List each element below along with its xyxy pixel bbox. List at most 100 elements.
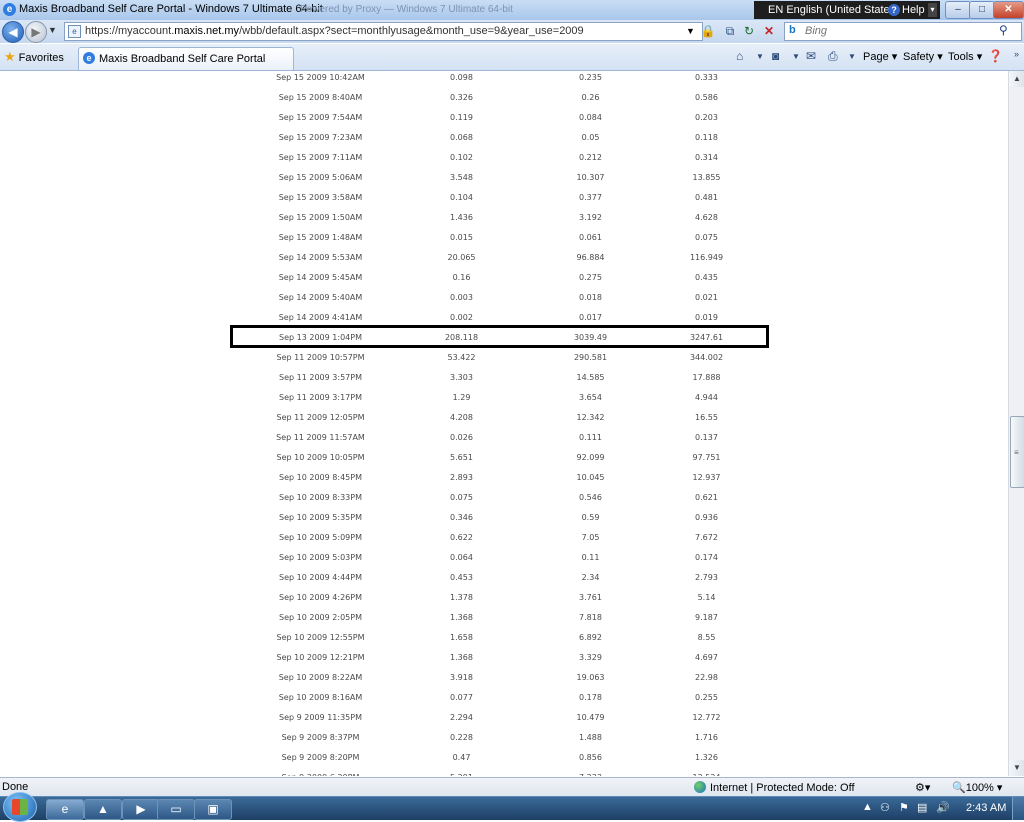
home-icon[interactable]: ⌂ [736, 49, 743, 63]
taskbar-control-panel-icon[interactable]: ▣ [194, 799, 232, 820]
taskbar-photos-icon[interactable]: ▲ [84, 799, 122, 820]
taskbar-explorer-icon[interactable]: ▭ [157, 799, 195, 820]
favorites-button[interactable]: ★ Favorites [4, 49, 64, 65]
row-download: 92.099 [576, 453, 605, 462]
scroll-thumb[interactable]: ≡ [1010, 416, 1024, 488]
search-icon[interactable]: ⚲ [999, 23, 1008, 37]
row-total: 4.628 [695, 213, 718, 222]
scroll-down-icon[interactable]: ▼ [1009, 760, 1024, 776]
tray-network-people-icon[interactable]: ⚇ [880, 801, 890, 814]
table-row: Sep 10 2009 5:03PM 0.064 0.11 0.174 [0, 547, 1008, 567]
lock-icon[interactable]: 🔒 [700, 23, 716, 39]
row-download: 0.235 [579, 73, 602, 82]
row-download: 10.045 [576, 473, 605, 482]
row-upload: 4.208 [450, 413, 473, 422]
star-icon: ★ [4, 49, 16, 64]
table-row: Sep 15 2009 8:40AM 0.326 0.26 0.586 [0, 87, 1008, 107]
forward-button[interactable]: ▶ [25, 21, 47, 43]
row-upload: 2.294 [450, 713, 473, 722]
security-zone[interactable]: Internet | Protected Mode: Off [694, 781, 855, 794]
table-row: Sep 11 2009 3:17PM 1.29 3.654 4.944 [0, 387, 1008, 407]
row-download: 290.581 [573, 353, 608, 362]
row-upload: 0.47 [452, 753, 471, 762]
row-download: 3.192 [579, 213, 602, 222]
row-download: 6.892 [579, 633, 602, 642]
ie-app-icon: e [3, 3, 16, 16]
table-row: Sep 10 2009 2:05PM 1.368 7.818 9.187 [0, 607, 1008, 627]
row-download: 3.654 [579, 393, 602, 402]
row-total: 0.621 [695, 493, 718, 502]
row-date: Sep 14 2009 5:45AM [278, 273, 363, 282]
volume-icon[interactable]: 🔊 [936, 801, 950, 814]
row-total: 0.118 [695, 133, 718, 142]
row-date: Sep 10 2009 8:45PM [279, 473, 362, 482]
minimize-button[interactable]: – [945, 1, 971, 19]
back-button[interactable]: ◀ [2, 21, 24, 43]
row-total: 0.255 [695, 693, 718, 702]
help-menu-icon[interactable]: ❓ [988, 49, 1003, 63]
row-date: Sep 14 2009 5:53AM [278, 253, 363, 262]
language-indicator[interactable]: EN English (United States) [768, 4, 899, 16]
network-icon[interactable]: ▤ [917, 801, 927, 814]
row-upload: 0.16 [452, 273, 471, 282]
row-date: Sep 10 2009 8:16AM [278, 693, 363, 702]
row-upload: 2.893 [450, 473, 473, 482]
row-upload: 1.436 [450, 213, 473, 222]
row-upload: 53.422 [447, 353, 476, 362]
history-dropdown-icon[interactable]: ▼ [48, 25, 57, 35]
row-date: Sep 10 2009 10:05PM [276, 453, 365, 462]
row-date: Sep 9 2009 6:29PM [263, 773, 378, 776]
safety-menu[interactable]: Safety ▾ [903, 50, 943, 63]
row-total: 9.187 [695, 613, 718, 622]
tools-menu[interactable]: Tools ▾ [948, 50, 982, 63]
tray-expand-icon[interactable]: ▲ [862, 801, 873, 813]
feeds-dropdown-icon[interactable]: ▼ [792, 52, 800, 61]
feeds-icon[interactable]: ◙ [772, 49, 779, 63]
row-download: 0.061 [579, 233, 602, 242]
toolbar-overflow-icon[interactable]: » [1014, 49, 1019, 59]
windows-logo-icon [12, 799, 28, 815]
stop-icon[interactable]: ✕ [761, 23, 777, 39]
taskbar-clock[interactable]: 2:43 AM [966, 802, 1006, 814]
refresh-icon[interactable]: ↻ [741, 23, 757, 39]
start-button[interactable] [3, 792, 37, 822]
protected-mode-icon[interactable]: ⚙▾ [915, 781, 930, 794]
row-total: 0.137 [695, 433, 718, 442]
row-total: 0.481 [695, 193, 718, 202]
home-dropdown-icon[interactable]: ▼ [756, 52, 764, 61]
browser-tab[interactable]: e Maxis Broadband Self Care Portal [78, 47, 294, 70]
row-total: 4.944 [695, 393, 718, 402]
row-upload: 3.918 [450, 673, 473, 682]
maximize-button[interactable]: □ [969, 1, 995, 19]
search-input[interactable] [805, 24, 995, 38]
zoom-level[interactable]: 🔍100% ▾ [952, 781, 1002, 794]
row-download: 0.178 [579, 693, 602, 702]
action-center-flag-icon[interactable]: ⚑ [899, 801, 909, 814]
taskbar-media-player-icon[interactable]: ▶ [122, 799, 160, 820]
address-url[interactable]: https://myaccount.maxis.net.my/wbb/defau… [85, 25, 584, 37]
print-icon[interactable]: ⎙ [828, 49, 838, 64]
table-row: Sep 10 2009 4:44PM 0.453 2.34 2.793 [0, 567, 1008, 587]
scroll-up-icon[interactable]: ▲ [1009, 71, 1024, 87]
address-bar[interactable]: e https://myaccount.maxis.net.my/wbb/def… [64, 22, 703, 41]
language-bar[interactable]: EN English (United States) ? Help ▾ [754, 1, 940, 19]
show-desktop-button[interactable] [1012, 797, 1024, 820]
page-menu[interactable]: Page ▾ [863, 50, 897, 63]
help-icon[interactable]: ? [888, 4, 900, 16]
taskbar-ie-icon[interactable]: e [46, 799, 84, 820]
help-button[interactable]: Help [902, 4, 925, 16]
close-button[interactable]: ✕ [993, 1, 1024, 19]
table-row: Sep 15 2009 5:06AM 3.548 10.307 13.855 [0, 167, 1008, 187]
row-download: 14.585 [576, 373, 605, 382]
print-dropdown-icon[interactable]: ▼ [848, 52, 856, 61]
row-total: 97.751 [692, 453, 721, 462]
row-upload: 1.378 [450, 593, 473, 602]
language-options-icon[interactable]: ▾ [928, 3, 937, 17]
compatibility-view-icon[interactable]: ⧉ [722, 23, 738, 39]
row-download: 0.018 [579, 293, 602, 302]
vertical-scrollbar[interactable]: ▲ ≡ ▼ [1008, 71, 1024, 776]
address-dropdown-icon[interactable]: ▼ [686, 26, 695, 36]
search-box[interactable]: b ⚲ [784, 22, 1022, 41]
row-total: 0.174 [695, 553, 718, 562]
mail-icon[interactable]: ✉ [806, 49, 816, 63]
